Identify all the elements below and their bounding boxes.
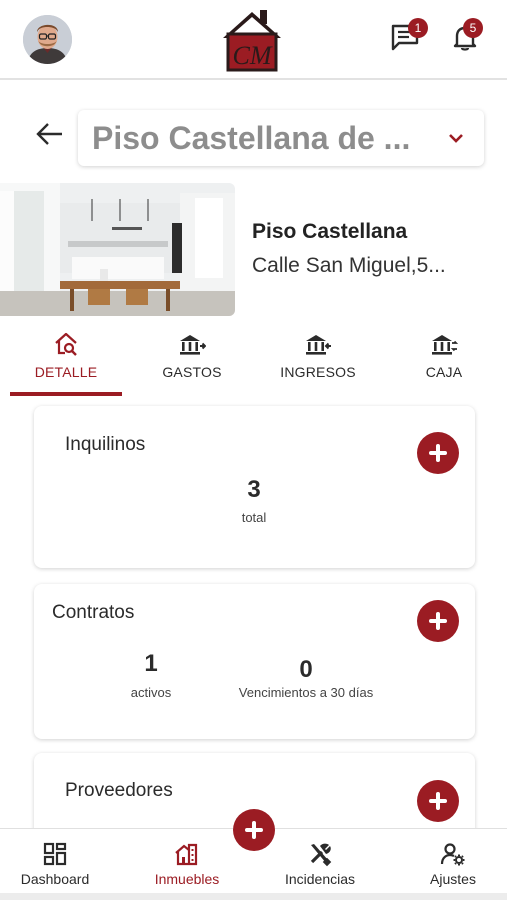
- inquilinos-card[interactable]: Inquilinos 3 total: [34, 406, 475, 568]
- arrow-left-icon: [36, 123, 62, 145]
- nav-label: Ajustes: [430, 871, 476, 887]
- card-title: Proveedores: [65, 780, 173, 801]
- nav-label: Dashboard: [20, 871, 90, 887]
- contratos-activos-count: 1: [144, 650, 158, 677]
- back-button[interactable]: [34, 118, 66, 150]
- chevron-down-icon: [446, 128, 466, 148]
- tab-label: GASTOS: [162, 364, 222, 380]
- inquilinos-count-label: total: [241, 510, 267, 525]
- card-title: Inquilinos: [65, 434, 146, 455]
- contratos-card[interactable]: Contratos 1 activos 0 Vencimientos a 30 …: [34, 584, 475, 739]
- property-selector[interactable]: Piso Castellana de ...: [78, 110, 484, 166]
- nav-inmuebles[interactable]: Inmuebles: [146, 841, 228, 887]
- tab-label: DETALLE: [34, 364, 98, 380]
- notifications-badge: 5: [463, 18, 483, 38]
- nav-label: Incidencias: [284, 871, 356, 887]
- grid-icon: [43, 842, 67, 866]
- kitchen-photo: [0, 183, 235, 316]
- tab-caja[interactable]: CAJA: [392, 330, 496, 396]
- user-avatar-icon: [23, 15, 72, 64]
- house-search-icon: [55, 332, 77, 356]
- bank-exchange-icon: [432, 335, 458, 355]
- vencimientos-count: 0: [299, 656, 313, 683]
- card-title: Contratos: [52, 602, 135, 623]
- app-logo: CM: [219, 4, 285, 74]
- tab-detalle[interactable]: DETALLE: [10, 330, 122, 396]
- property-selector-value: Piso Castellana de ...: [92, 120, 411, 156]
- property-photo[interactable]: [0, 183, 235, 316]
- tab-ingresos[interactable]: INGRESOS: [266, 330, 370, 396]
- tools-icon: [310, 843, 332, 867]
- nav-incidencias[interactable]: Incidencias: [277, 841, 363, 887]
- tab-label: INGRESOS: [280, 364, 356, 380]
- contratos-activos-label: activos: [130, 685, 172, 700]
- inquilinos-count: 3: [247, 476, 261, 503]
- vencimientos-label: Vencimientos a 30 días: [238, 685, 374, 700]
- top-bar: CM 1 5: [0, 0, 507, 80]
- bank-out-icon: [180, 335, 206, 355]
- house-logo-icon: CM: [223, 10, 281, 72]
- add-proveedor-button[interactable]: [417, 780, 459, 822]
- system-nav-strip: [0, 893, 507, 900]
- nav-label: Inmuebles: [154, 871, 220, 887]
- logo-text: CM: [233, 41, 273, 70]
- tab-label: CAJA: [425, 364, 463, 380]
- add-floating-button[interactable]: [233, 809, 275, 851]
- messages-badge: 1: [408, 18, 428, 38]
- property-address: Calle San Miguel,5...: [252, 254, 446, 277]
- building-icon: [175, 843, 198, 866]
- bank-in-icon: [306, 335, 331, 355]
- add-contrato-button[interactable]: [417, 600, 459, 642]
- add-inquilino-button[interactable]: [417, 432, 459, 474]
- active-tab-indicator: [10, 392, 122, 396]
- user-settings-icon: [440, 843, 465, 866]
- tab-gastos[interactable]: GASTOS: [140, 330, 244, 396]
- property-name: Piso Castellana: [252, 220, 408, 243]
- plus-icon: [233, 809, 275, 851]
- nav-ajustes[interactable]: Ajustes: [418, 841, 488, 887]
- nav-dashboard[interactable]: Dashboard: [14, 841, 96, 887]
- user-avatar[interactable]: [23, 15, 72, 64]
